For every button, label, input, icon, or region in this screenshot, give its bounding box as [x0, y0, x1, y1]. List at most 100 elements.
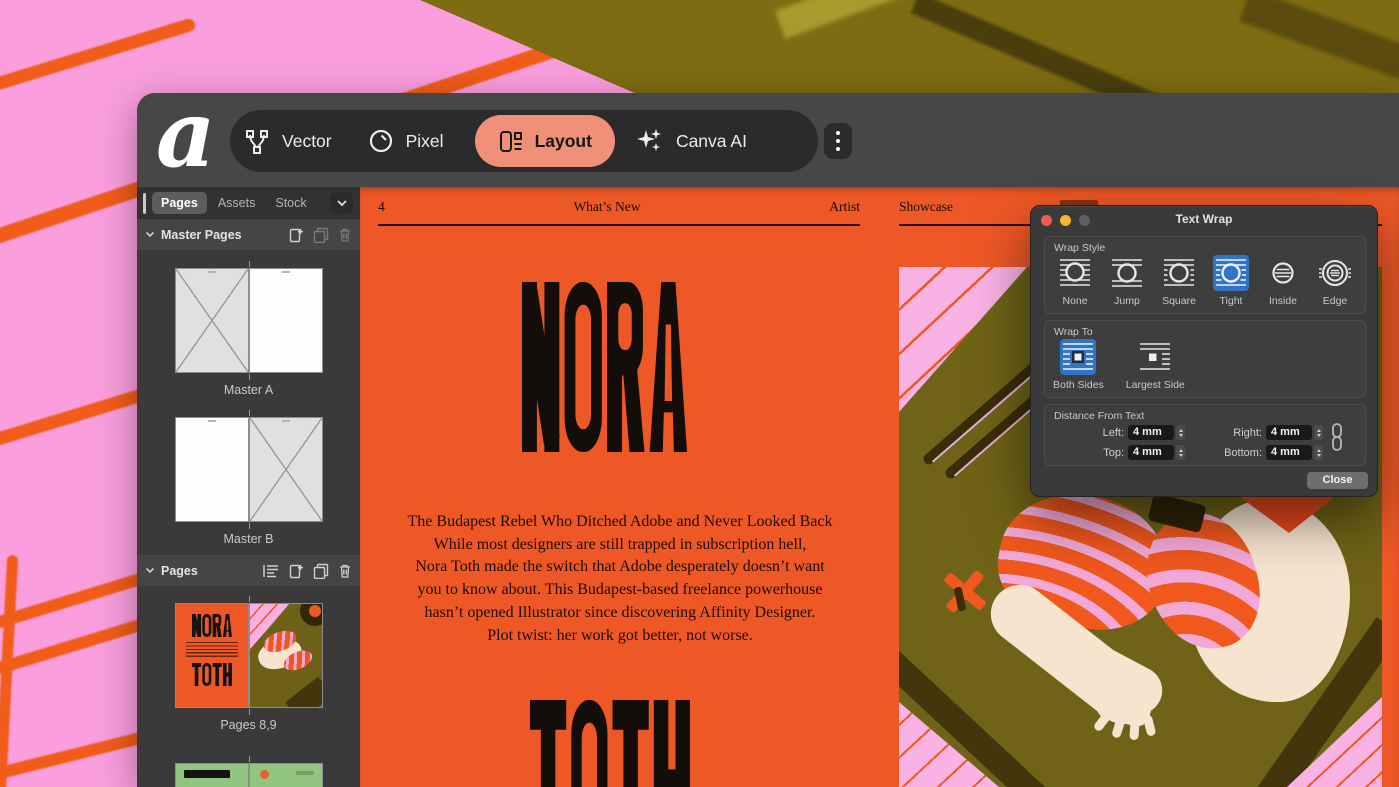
master-b-left-page: [175, 417, 249, 522]
wrap-tight-icon: [1214, 256, 1248, 290]
wrap-style-square[interactable]: Square: [1161, 255, 1197, 307]
dot: [836, 139, 840, 143]
background-streak: [0, 555, 18, 787]
wrap-style-label: Wrap Style: [1054, 242, 1105, 254]
add-page-icon[interactable]: [289, 563, 304, 579]
next-left-page: [175, 763, 249, 787]
toth-word: [530, 700, 690, 787]
background-streak: [0, 616, 154, 680]
distance-row-1: Left: 4 mm Right: 4 mm: [1045, 425, 1367, 440]
wrap-style-jump[interactable]: Jump: [1109, 255, 1145, 307]
apply-master-icon[interactable]: [262, 563, 280, 579]
next-pages-thumbnail[interactable]: [175, 763, 323, 787]
duplicate-page-icon[interactable]: [313, 227, 329, 243]
text-wrap-dialog: Text Wrap Wrap Style None Jump: [1030, 205, 1378, 497]
header-rule: [378, 224, 860, 226]
left-page-header: 4 What’s New Artist: [378, 199, 860, 215]
bottom-stepper[interactable]: [1314, 445, 1323, 460]
decrement: [1317, 454, 1321, 457]
delete-page-icon[interactable]: [338, 227, 352, 243]
wrap-square-icon: [1162, 256, 1196, 290]
master-a-left-page: [175, 268, 249, 373]
delete-page-icon[interactable]: [338, 563, 352, 579]
nora-word: [522, 282, 687, 452]
tab-vector[interactable]: Vector: [244, 128, 332, 154]
page-mark: [282, 420, 290, 422]
decrement: [1317, 434, 1321, 437]
mini-nora-word: [192, 614, 232, 637]
left-label: Left:: [1045, 427, 1124, 439]
left-stepper[interactable]: [1176, 425, 1185, 440]
nori-piece: [1147, 493, 1206, 533]
sidebar-tab-bar: Pages Assets Stock: [137, 187, 360, 219]
background-streak: [0, 17, 197, 100]
wrap-style-square-label: Square: [1162, 295, 1196, 307]
wrap-style-none[interactable]: None: [1057, 255, 1093, 307]
panel-collapse-button[interactable]: [330, 192, 353, 214]
add-page-icon[interactable]: [289, 227, 304, 243]
wrap-style-edge[interactable]: Edge: [1317, 255, 1353, 307]
olive-dark-streak: [1239, 0, 1399, 94]
close-button[interactable]: Close: [1307, 472, 1368, 489]
master-b-thumbnail[interactable]: [175, 417, 323, 522]
more-options-button[interactable]: [824, 123, 852, 159]
tab-pixel[interactable]: Pixel: [368, 128, 444, 154]
sidebar-tab-stock[interactable]: Stock: [266, 192, 315, 214]
toolbar: a Vector Pixel: [137, 93, 1399, 187]
wrap-style-inside-label: Inside: [1269, 295, 1297, 307]
top-field[interactable]: 4 mm: [1128, 445, 1174, 460]
mini-bar: [296, 771, 314, 775]
dot: [836, 147, 840, 151]
duplicate-page-icon[interactable]: [313, 563, 329, 579]
bottom-label: Bottom:: [1185, 447, 1262, 459]
right-field[interactable]: 4 mm: [1266, 425, 1312, 440]
pages-header[interactable]: Pages: [137, 555, 360, 586]
wrap-to-options: Both Sides Largest Side: [1053, 339, 1185, 391]
wrap-to-both-sides[interactable]: Both Sides: [1053, 339, 1104, 391]
sparkles-icon: [634, 126, 664, 156]
right-stepper[interactable]: [1314, 425, 1323, 440]
wrap-to-largest-side[interactable]: Largest Side: [1126, 339, 1185, 391]
header-center: What’s New: [573, 199, 640, 215]
wrap-inside-icon: [1266, 256, 1300, 290]
tab-layout-label: Layout: [535, 131, 592, 152]
largest-side-label: Largest Side: [1126, 379, 1185, 391]
bottom-field[interactable]: 4 mm: [1266, 445, 1312, 460]
both-sides-label: Both Sides: [1053, 379, 1104, 391]
wrap-to-group: Wrap To Both Sides Largest Side: [1044, 320, 1366, 398]
link-values-icon[interactable]: [1330, 422, 1344, 452]
finger: [1143, 714, 1157, 737]
tab-canva-ai[interactable]: Canva AI: [634, 126, 747, 156]
increment: [1317, 449, 1321, 452]
headline-toth: [530, 700, 690, 787]
header-right: Artist: [829, 199, 860, 215]
mini-dot: [260, 770, 269, 779]
pages-list: Pages 8,9: [137, 586, 360, 787]
distance-row-2: Top: 4 mm Bottom: 4 mm: [1045, 445, 1367, 460]
dot: [836, 131, 840, 135]
page-mark: [208, 420, 216, 422]
master-a-thumbnail[interactable]: [175, 268, 323, 373]
panel-indicator: [143, 193, 146, 214]
wrap-style-tight[interactable]: Tight: [1213, 255, 1249, 307]
mode-switcher: Vector Pixel Layout: [230, 110, 818, 172]
wrap-style-inside[interactable]: Inside: [1265, 255, 1301, 307]
wrap-style-group: Wrap Style None Jump: [1044, 236, 1366, 314]
pages-8-9-thumbnail[interactable]: [175, 603, 323, 708]
layout-icon: [498, 129, 523, 154]
distance-group: Distance From Text Left: 4 mm Right: 4 m…: [1044, 404, 1366, 466]
wrap-style-none-label: None: [1062, 295, 1087, 307]
master-pages-title: Master Pages: [161, 228, 242, 242]
spread-tick: [249, 596, 250, 602]
left-field[interactable]: 4 mm: [1128, 425, 1174, 440]
affinity-logo[interactable]: a: [156, 97, 212, 171]
wrap-jump-icon: [1110, 256, 1144, 290]
right-label: Right:: [1185, 427, 1262, 439]
olive-dark-streak: [911, 0, 1168, 94]
decrement: [1179, 454, 1183, 457]
sidebar-tab-pages[interactable]: Pages: [152, 192, 207, 214]
master-pages-header[interactable]: Master Pages: [137, 219, 360, 250]
tab-layout[interactable]: Layout: [475, 115, 615, 167]
top-stepper[interactable]: [1176, 445, 1185, 460]
sidebar-tab-assets[interactable]: Assets: [209, 192, 265, 214]
